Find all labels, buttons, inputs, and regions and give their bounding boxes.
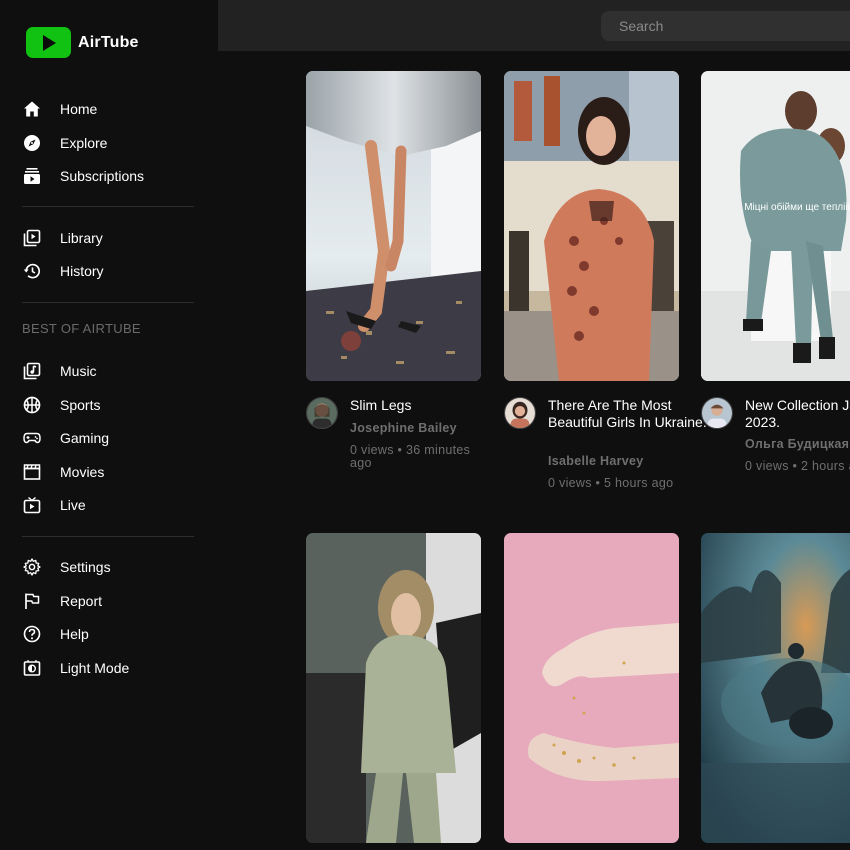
sidebar-item-music[interactable]: Music: [22, 360, 97, 382]
library-icon: [22, 228, 42, 248]
video-thumbnail[interactable]: Міцні обійми ще теплііші: [701, 71, 850, 381]
gaming-icon: [22, 428, 42, 448]
movies-icon: [22, 462, 42, 482]
sidebar-item-label: History: [60, 263, 104, 279]
sidebar-item-sports[interactable]: Sports: [22, 394, 100, 416]
channel-name[interactable]: Ольга Будицкая: [745, 437, 849, 451]
sidebar-item-label: Home: [60, 101, 98, 117]
video-thumbnail[interactable]: [306, 533, 481, 843]
home-icon: [22, 99, 42, 119]
sidebar-item-label: Help: [60, 626, 89, 642]
sidebar-item-subscriptions[interactable]: Subscriptions: [22, 165, 144, 187]
app-name: AirTube: [78, 33, 139, 51]
compass-icon: [22, 133, 42, 153]
music-icon: [22, 361, 42, 381]
video-thumbnail[interactable]: [504, 71, 679, 381]
sidebar-item-gaming[interactable]: Gaming: [22, 427, 109, 449]
sidebar-item-history[interactable]: History: [22, 260, 104, 282]
top-bar: [218, 0, 850, 51]
sidebar-item-label: Report: [60, 593, 103, 609]
avatar[interactable]: [306, 397, 338, 429]
app: AirTube Home Explore Subscriptions Libra…: [0, 0, 850, 850]
sidebar-item-library[interactable]: Library: [22, 227, 103, 249]
sidebar-item-help[interactable]: Help: [22, 623, 89, 645]
sidebar-item-label: Gaming: [60, 430, 110, 446]
sidebar-item-settings[interactable]: Settings: [22, 556, 111, 578]
history-icon: [22, 261, 42, 281]
search-input[interactable]: [601, 11, 850, 41]
video-title[interactable]: New Collection Jackets 2023.: [745, 397, 850, 430]
sidebar-item-live[interactable]: Live: [22, 494, 86, 516]
logo[interactable]: AirTube: [26, 27, 139, 58]
thumbnail-caption: Міцні обійми ще теплііші: [744, 202, 850, 213]
sidebar-item-label: Library: [60, 230, 103, 246]
sidebar-item-explore[interactable]: Explore: [22, 132, 107, 154]
sidebar-item-label: Live: [60, 497, 86, 513]
sidebar-item-label: Movies: [60, 464, 105, 480]
avatar[interactable]: [504, 397, 536, 429]
video-title[interactable]: There Are The Most Beautiful Girls In Uk…: [548, 397, 708, 430]
sidebar-item-label: Settings: [60, 559, 111, 575]
sidebar-item-label: Music: [60, 363, 97, 379]
video-thumbnail[interactable]: [701, 533, 850, 843]
video-thumbnail[interactable]: [306, 71, 481, 381]
channel-name[interactable]: Isabelle Harvey: [548, 454, 644, 468]
video-stats: 0 views • 2 hours ago: [745, 459, 850, 473]
video-thumbnail[interactable]: [504, 533, 679, 843]
sidebar-divider: [22, 536, 194, 537]
sidebar-item-light-mode[interactable]: Light Mode: [22, 657, 129, 679]
sidebar-item-movies[interactable]: Movies: [22, 461, 104, 483]
sidebar-item-label: Sports: [60, 397, 101, 413]
channel-name[interactable]: Josephine Bailey: [350, 421, 457, 435]
live-icon: [22, 495, 42, 515]
video-stats: 0 views • 5 hours ago: [548, 476, 674, 490]
sidebar-item-label: Light Mode: [60, 660, 130, 676]
sidebar-item-label: Subscriptions: [60, 168, 145, 184]
play-logo-icon: [26, 27, 71, 58]
video-title[interactable]: Slim Legs: [350, 397, 510, 414]
video-stats: 0 views • 36 minutes ago: [350, 443, 471, 470]
sidebar-divider: [22, 206, 194, 207]
sidebar-divider: [22, 302, 194, 303]
sidebar: AirTube Home Explore Subscriptions Libra…: [0, 0, 218, 850]
best-of-section-title: BEST OF AIRTUBE: [22, 321, 141, 336]
subscriptions-icon: [22, 166, 42, 186]
flag-icon: [22, 591, 42, 611]
light-mode-icon: [22, 658, 42, 678]
help-icon: [22, 624, 42, 644]
gear-icon: [22, 557, 42, 577]
sports-icon: [22, 395, 42, 415]
sidebar-item-home[interactable]: Home: [22, 98, 97, 120]
sidebar-item-label: Explore: [60, 135, 108, 151]
sidebar-item-report[interactable]: Report: [22, 590, 102, 612]
avatar[interactable]: [701, 397, 733, 429]
